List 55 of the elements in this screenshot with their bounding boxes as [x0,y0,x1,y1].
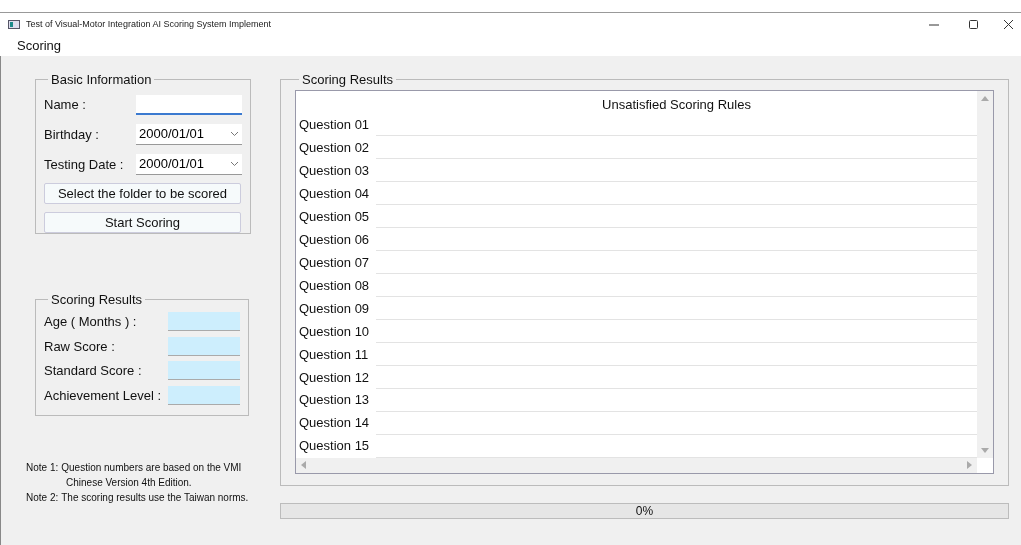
date-field[interactable]: 2000/01/01 [136,154,242,175]
field-label: Name : [44,95,87,114]
result-label: Age ( Months ) : [44,313,137,331]
note-text: The scoring results use the Taiwan norms. [61,491,249,505]
row-header: Question 13 [298,391,371,410]
row-header: Question 15 [298,437,371,456]
row-header: Question 07 [298,253,371,272]
group-title: Scoring Results [50,291,144,309]
note-label: Note 2: [26,491,59,505]
row-header: Question 10 [298,322,371,341]
maximize-icon[interactable] [969,20,978,29]
scroll-down-icon[interactable] [981,447,989,453]
row-header: Question 12 [298,368,371,387]
chevron-down-icon [230,161,239,167]
row-header: Question 04 [298,185,371,204]
date-field[interactable]: 2000/01/01 [136,124,242,145]
name-field[interactable] [136,94,242,115]
action-button[interactable]: Select the folder to be scored [44,182,241,204]
close-icon[interactable] [1004,20,1013,29]
group-title: Scoring Results [301,71,395,89]
row-header: Question 09 [298,299,371,318]
row-header: Question 11 [298,345,370,364]
row-header: Question 03 [298,162,371,181]
field-label: Birthday : [44,125,100,144]
row-header: Question 02 [298,139,371,158]
row-header: Question 06 [298,230,371,249]
progress-text: 0% [635,503,654,520]
result-label: Standard Score : [44,362,142,380]
chevron-down-icon [230,131,239,137]
window-title: Test of Visual-Motor Integration AI Scoring System Implement [26,17,272,31]
result-field [168,361,240,381]
result-label: Raw Score : [44,337,115,356]
result-field [168,312,240,332]
result-field [168,336,240,356]
note-text: Chinese Version 4th Edition. [65,476,193,490]
row-header: Question 08 [298,276,371,295]
row-header: Question 14 [298,414,371,433]
result-field [168,385,240,405]
scroll-right-icon[interactable] [967,461,972,469]
result-label: Achievement Level : [44,386,162,405]
action-button[interactable]: Start Scoring [44,211,241,233]
scroll-up-icon[interactable] [981,95,989,101]
menu-item[interactable]: Scoring [17,36,62,56]
row-header: Question 01 [298,116,371,135]
group-title: Basic Information [50,71,153,89]
column-header: Unsatisfied Scoring Rules [601,95,752,114]
date-value: 2000/01/01 [139,125,205,144]
app-icon [8,20,20,29]
scroll-left-icon[interactable] [301,461,306,469]
date-value: 2000/01/01 [139,155,205,174]
note-text: Question numbers are based on the VMI [61,461,242,475]
vertical-scrollbar[interactable] [977,90,993,458]
row-header: Question 05 [298,207,371,226]
note-label: Note 1: [26,461,59,475]
field-label: Testing Date : [44,155,125,174]
